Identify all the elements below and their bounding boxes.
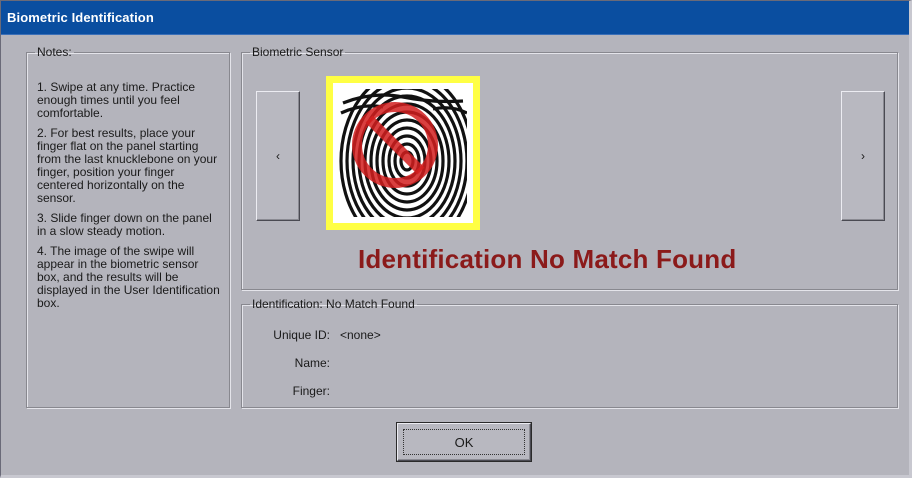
identification-group: Identification: No Match Found — [241, 297, 898, 408]
window-title: Biometric Identification — [7, 10, 154, 25]
note-item: 3. Slide finger down on the panel in a s… — [37, 211, 212, 238]
note-item: 4. The image of the swipe will appear in… — [37, 244, 220, 310]
ok-button-label: OK — [454, 434, 474, 450]
sensor-legend: Biometric Sensor — [252, 45, 344, 59]
identification-legend: Identification: No Match Found — [252, 297, 415, 311]
chevron-left-icon: ‹ — [276, 149, 280, 163]
unique-id-label: Unique ID: — [273, 328, 330, 342]
unique-id-value: <none> — [340, 328, 381, 342]
notes-legend: Notes: — [37, 45, 72, 59]
chevron-right-icon: › — [861, 149, 865, 163]
previous-button[interactable]: ‹ — [256, 91, 300, 221]
notes-list: 1. Swipe at any time. Practice enough ti… — [37, 81, 223, 317]
name-label: Name: — [294, 356, 330, 370]
fingerprint-image-frame — [326, 76, 480, 230]
fingerprint-no-match-icon — [333, 83, 473, 223]
next-button[interactable]: › — [841, 91, 885, 221]
biometric-identification-dialog: Biometric Identification Notes: 1. Swipe… — [0, 0, 912, 478]
finger-label: Finger: — [292, 384, 330, 398]
ok-button[interactable]: OK — [396, 422, 532, 462]
identification-status-text: Identification No Match Found — [358, 244, 737, 274]
note-item: 2. For best results, place your finger f… — [37, 126, 218, 205]
title-bar[interactable]: Biometric Identification — [1, 1, 909, 35]
notes-group: Notes: 1. Swipe at any time. Practice en… — [26, 45, 230, 408]
fingerprint-image — [333, 83, 473, 223]
note-item: 1. Swipe at any time. Practice enough ti… — [37, 80, 196, 120]
